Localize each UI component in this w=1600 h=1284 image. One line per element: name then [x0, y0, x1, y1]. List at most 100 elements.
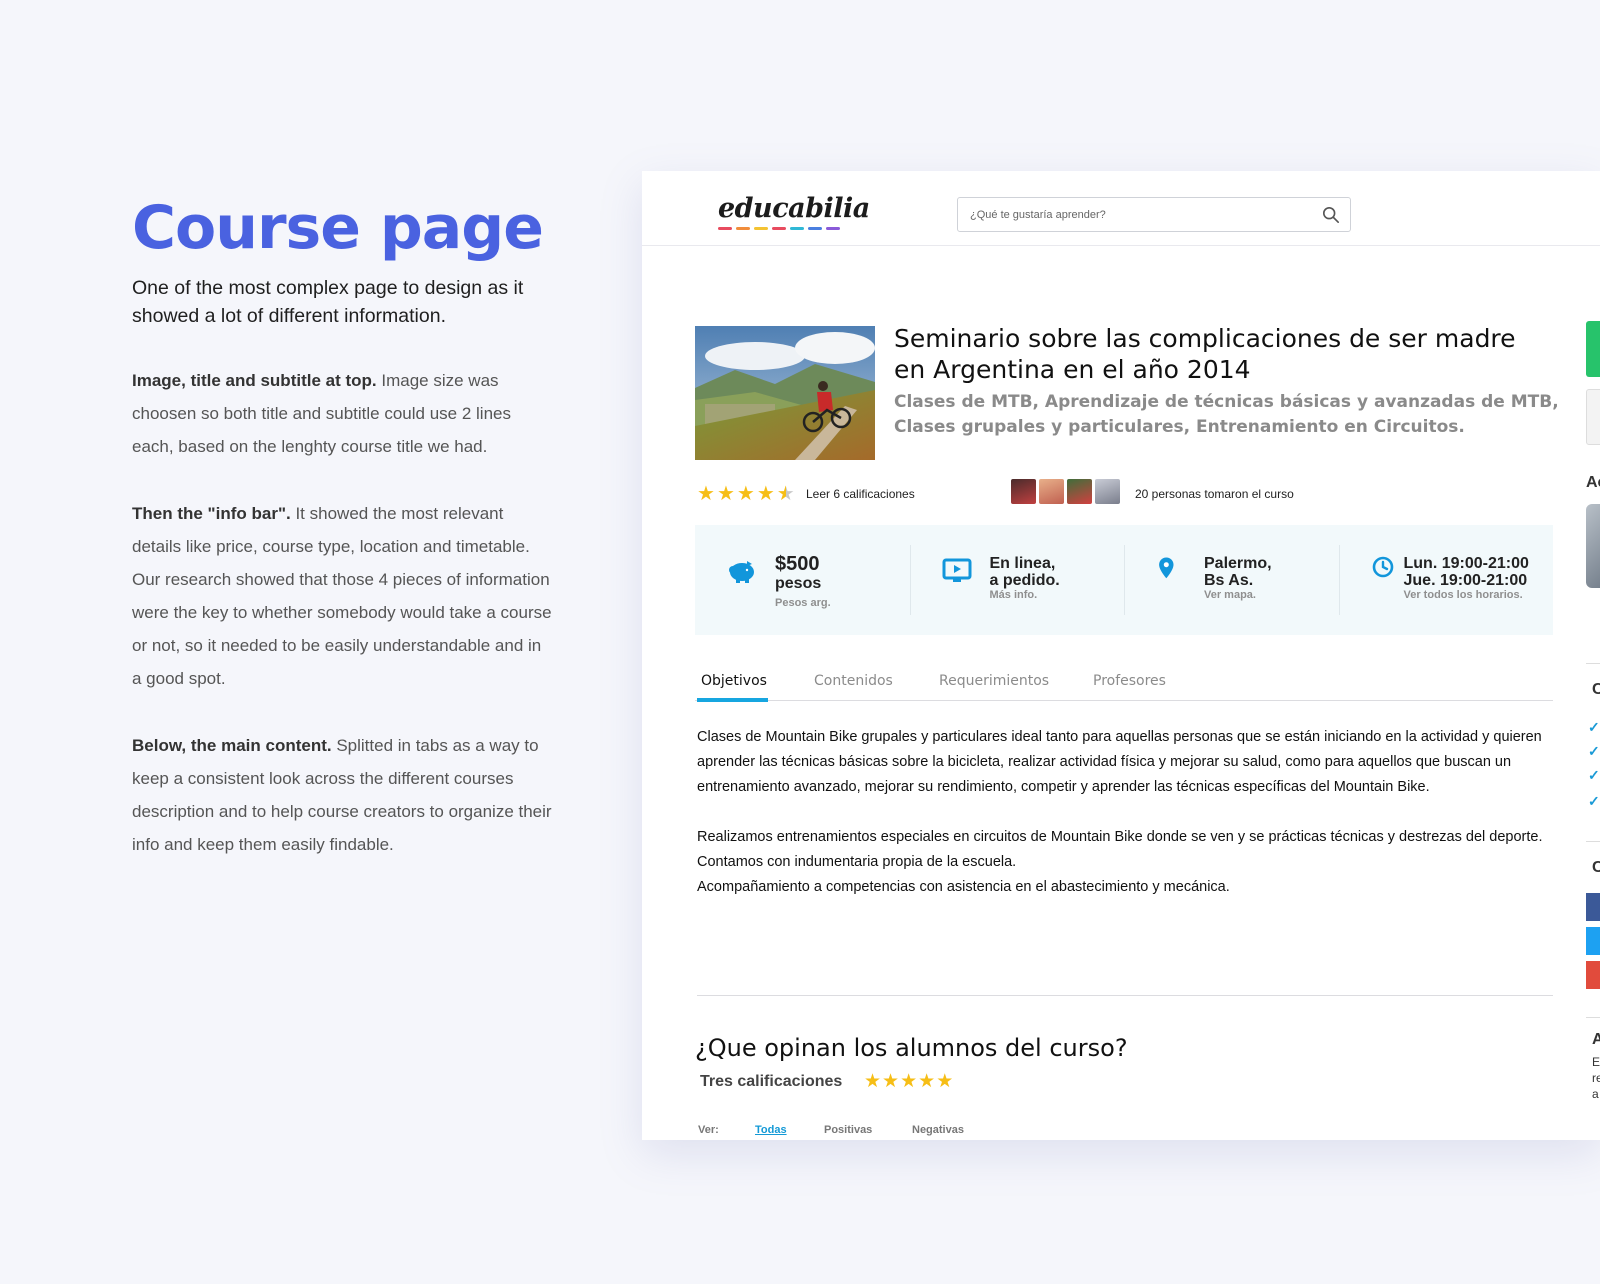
- star-icon: ★: [918, 1071, 936, 1092]
- all-schedules-link[interactable]: Ver todos los horarios.: [1404, 589, 1523, 601]
- sidebar-divider: [1586, 841, 1600, 842]
- schedule-line-2: Jue. 19:00-21:00: [1403, 572, 1528, 589]
- sidebar-text-fragment: a: [1592, 1087, 1599, 1101]
- schedule-line-1: Lun. 19:00-21:00: [1403, 555, 1529, 572]
- search-box: [957, 197, 1351, 232]
- course-page-mockup: educabilia ¿Qué te gustaría aprender? Se…: [642, 171, 1600, 1140]
- modality-text: En linea, a pedido.: [990, 555, 1060, 589]
- sidebar-heading-fragment: C: [1592, 859, 1600, 876]
- monitor-play-icon: [942, 558, 971, 582]
- star-icon: ★: [864, 1071, 882, 1092]
- sidebar-heading-fragment: Ac: [1586, 474, 1600, 491]
- filter-todas[interactable]: Todas: [755, 1124, 787, 1136]
- mountain-bike-photo: [695, 326, 875, 460]
- info-location: Palermo, Bs As. Ver mapa.: [1124, 525, 1339, 635]
- logo-dash: [790, 227, 804, 230]
- tab-profesores[interactable]: Profesores: [1093, 673, 1166, 689]
- reviews-count: Tres calificaciones: [700, 1073, 843, 1090]
- intro-paragraph-bold: Below, the main content.: [132, 736, 332, 755]
- info-bar: $500 pesos Pesos arg. En linea, a pedido…: [695, 525, 1553, 635]
- star-icon: ★: [716, 483, 735, 505]
- piggy-bank-icon: [729, 561, 754, 583]
- content-paragraph: Contamos con indumentaria propia de la e…: [697, 854, 1017, 870]
- filter-label: Ver:: [698, 1124, 719, 1136]
- sidebar-divider: [1586, 1017, 1600, 1018]
- check-icon: ✓: [1588, 767, 1600, 783]
- logo-dash: [826, 227, 840, 230]
- twitter-share-icon[interactable]: [1586, 927, 1600, 955]
- modality-line-1: En linea,: [989, 555, 1056, 572]
- tab-objetivos[interactable]: Objetivos: [701, 673, 767, 689]
- intro-column: Course page One of the most complex page…: [132, 192, 552, 861]
- educabilia-logo[interactable]: educabilia: [718, 193, 870, 224]
- course-image: [695, 326, 875, 460]
- location-line-1: Palermo,: [1204, 555, 1272, 572]
- info-modality: En linea, a pedido. Más info.: [909, 525, 1125, 635]
- logo-dash: [772, 227, 786, 230]
- sidebar-image-fragment: [1586, 504, 1600, 588]
- reviews-heading: ¿Que opinan los alumnos del curso?: [695, 1034, 1128, 1062]
- avatar[interactable]: [1039, 479, 1064, 504]
- section-divider: [697, 995, 1553, 996]
- course-tabs: Objetivos Contenidos Requerimientos Prof…: [695, 661, 1553, 702]
- content-paragraph: Realizamos entrenamientos especiales en …: [697, 829, 1543, 845]
- info-price: $500 pesos Pesos arg.: [695, 525, 910, 635]
- google-share-icon[interactable]: [1586, 961, 1600, 989]
- read-ratings-link[interactable]: Leer 6 calificaciones: [806, 487, 915, 501]
- location-line-2: Bs As.: [1204, 572, 1254, 589]
- intro-paragraph-bold: Image, title and subtitle at top.: [132, 371, 377, 390]
- intro-paragraph-top: Image, title and subtitle at top. Image …: [132, 364, 552, 463]
- star-icon: ★: [900, 1071, 918, 1092]
- avatar[interactable]: [1011, 479, 1036, 504]
- logo-dash: [736, 227, 750, 230]
- search-input[interactable]: [968, 204, 1298, 226]
- sidebar-heading-fragment: C: [1592, 681, 1600, 698]
- location-pin-icon: [1159, 557, 1174, 579]
- sidebar-heading-fragment: A: [1592, 1031, 1600, 1048]
- tab-requerimientos[interactable]: Requerimientos: [939, 673, 1049, 689]
- course-subtitle: Clases de MTB, Aprendizaje de técnicas b…: [894, 392, 1559, 437]
- intro-paragraph-text: It showed the most relevant details like…: [132, 504, 552, 688]
- content-paragraph: Clases de Mountain Bike grupales y parti…: [697, 729, 1542, 795]
- star-icon: ★: [936, 1071, 954, 1092]
- sidebar-text-fragment: E: [1592, 1055, 1600, 1069]
- schedule-text: Lun. 19:00-21:00 Jue. 19:00-21:00: [1404, 555, 1529, 589]
- intro-paragraph-content: Below, the main content. Splitted in tab…: [132, 729, 552, 861]
- avatar[interactable]: [1095, 479, 1120, 504]
- price-note: Pesos arg.: [775, 597, 831, 609]
- course-title: Seminario sobre las complicaciones de se…: [894, 324, 1516, 384]
- logo-dash: [718, 227, 732, 230]
- tab-contenidos[interactable]: Contenidos: [814, 673, 893, 689]
- star-icon: ★: [882, 1071, 900, 1092]
- sidebar-divider: [1586, 663, 1600, 664]
- logo-dash: [808, 227, 822, 230]
- star-icon: ★: [756, 483, 775, 505]
- clock-icon: [1372, 556, 1393, 578]
- course-rating-stars: ★ ★ ★ ★ ★: [697, 484, 795, 504]
- facebook-share-icon[interactable]: [1586, 893, 1600, 921]
- check-icon: ✓: [1588, 719, 1600, 735]
- intro-lead: One of the most complex page to design a…: [132, 277, 524, 327]
- location-text: Palermo, Bs As.: [1204, 555, 1272, 589]
- content-paragraph: Acompañamiento a competencias con asiste…: [697, 879, 1230, 895]
- half-star-icon: ★: [776, 483, 795, 505]
- page-heading: Course page: [132, 193, 544, 263]
- secondary-button[interactable]: [1586, 389, 1600, 445]
- info-schedule: Lun. 19:00-21:00 Jue. 19:00-21:00 Ver to…: [1338, 525, 1554, 635]
- top-navigation-bar: educabilia: [642, 171, 1600, 246]
- sidebar-text-fragment: re: [1592, 1071, 1600, 1085]
- student-avatars: [1011, 479, 1120, 504]
- search-icon[interactable]: [1322, 206, 1340, 224]
- students-count: 20 personas tomaron el curso: [1135, 487, 1294, 501]
- enroll-button[interactable]: [1586, 321, 1600, 377]
- tab-content: Clases de Mountain Bike grupales y parti…: [697, 725, 1557, 900]
- view-map-link[interactable]: Ver mapa.: [1204, 589, 1256, 601]
- intro-paragraph-infobar: Then the "info bar". It showed the most …: [132, 497, 552, 695]
- avatar[interactable]: [1067, 479, 1092, 504]
- check-icon: ✓: [1588, 793, 1600, 809]
- more-info-link[interactable]: Más info.: [990, 589, 1038, 601]
- filter-positivas[interactable]: Positivas: [824, 1124, 872, 1136]
- logo-color-dashes: [718, 227, 840, 230]
- filter-negativas[interactable]: Negativas: [912, 1124, 964, 1136]
- reviews-stars: ★ ★ ★ ★ ★: [864, 1072, 953, 1092]
